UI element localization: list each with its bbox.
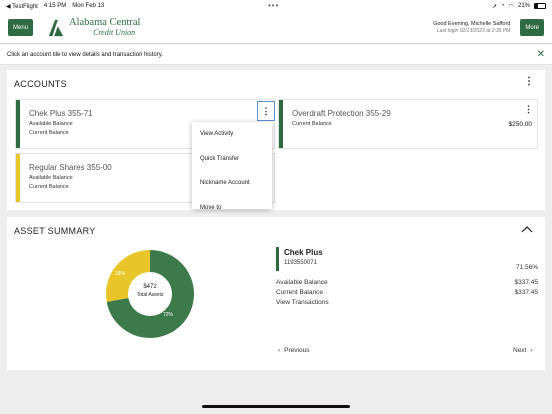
detail-label: Current Balance <box>276 289 323 296</box>
asset-donut-chart: $472 Total Assets 28% 72% <box>106 250 194 338</box>
next-button[interactable]: Next › <box>513 347 533 354</box>
detail-color-bar <box>276 247 279 271</box>
detail-value: $337.45 <box>514 289 539 296</box>
tile-more-icon[interactable]: ⋮ <box>524 104 533 115</box>
tile-label: Current Balance <box>29 130 69 136</box>
slice-label-yellow: 28% <box>115 271 126 277</box>
logo: Alabama Central Credit Union <box>47 16 141 38</box>
chevron-up-icon[interactable] <box>521 225 533 233</box>
menu-item-view-activity[interactable]: View Activity <box>192 122 272 147</box>
previous-label: Previous <box>284 347 310 354</box>
tile-color-bar <box>16 100 20 148</box>
close-icon[interactable]: ✕ <box>537 49 545 60</box>
menu-item-nickname-account[interactable]: Nickname Account <box>192 171 272 196</box>
tile-more-icon[interactable]: ⋮ <box>257 101 275 121</box>
tile-label: Current Balance <box>292 121 332 127</box>
accounts-more-icon[interactable]: ⋮ <box>524 77 534 87</box>
detail-row-current: Current Balance $337.45 <box>276 289 538 296</box>
wifi-icon: ◠ <box>508 3 514 10</box>
slice-label-green: 72% <box>163 312 174 318</box>
logo-subtitle: Credit Union <box>93 28 136 38</box>
logo-name: Alabama Central <box>69 16 141 28</box>
view-transactions-link[interactable]: View Transactions <box>276 299 538 306</box>
chevron-right-icon: › <box>530 347 533 354</box>
previous-button[interactable]: ‹ Previous <box>278 347 309 354</box>
detail-percent: 71.56% <box>515 264 538 271</box>
detail-row-available: Available Balance $337.45 <box>276 279 538 286</box>
detail-label: Available Balance <box>276 279 328 286</box>
accounts-section: ACCOUNTS ⋮ Chek Plus 355-71 Available Ba… <box>7 70 545 210</box>
tile-name: Chek Plus 355-71 <box>29 109 93 118</box>
logo-mark-icon <box>48 19 64 36</box>
account-action-menu: View Activity Quick Transfer Nickname Ac… <box>192 122 272 209</box>
tile-label: Available Balance <box>29 121 73 127</box>
total-assets-value: $472 <box>143 284 157 290</box>
battery-percent: 21% <box>517 3 530 9</box>
chevron-left-icon: ‹ <box>278 347 281 354</box>
menu-item-move-to[interactable]: Move to <box>192 196 272 209</box>
tile-name: Regular Shares 355-00 <box>29 163 112 172</box>
info-banner: Click an account tile to view details an… <box>0 45 552 65</box>
greeting: Good Evening, Michelle Safford Last logi… <box>433 21 510 35</box>
total-assets-label: Total Assets <box>136 291 164 298</box>
view-transactions-label[interactable]: View Transactions <box>276 299 329 306</box>
tile-name: Overdraft Protection 355-29 <box>292 109 391 118</box>
back-to-testflight[interactable]: ◀ TestFlight <box>6 3 38 10</box>
home-indicator[interactable] <box>202 405 350 408</box>
tile-label: Current Balance <box>29 184 69 190</box>
menu-button[interactable]: Menu <box>8 19 34 36</box>
detail-value: $337.45 <box>514 279 539 286</box>
status-date: Mon Feb 13 <box>72 2 105 9</box>
detail-account-number: 1193550071 <box>284 260 317 266</box>
tile-color-bar <box>279 100 283 148</box>
location-icon: ➚ <box>492 3 498 10</box>
battery-icon <box>534 3 546 9</box>
more-button[interactable]: More <box>520 19 544 36</box>
asset-summary-title: ASSET SUMMARY <box>14 226 96 236</box>
asset-summary-section: ASSET SUMMARY $472 Total Assets 28% 72% … <box>7 217 545 370</box>
multitask-dots[interactable]: ••• <box>268 1 279 10</box>
info-text: Click an account tile to view details an… <box>7 51 163 58</box>
account-tile-overdraft[interactable]: Overdraft Protection 355-29 Current Bala… <box>278 99 538 149</box>
alarm-icon: ◔ <box>501 3 505 9</box>
menu-item-quick-transfer[interactable]: Quick Transfer <box>192 147 272 172</box>
next-label: Next <box>513 347 527 354</box>
detail-account-name: Chek Plus <box>284 248 323 257</box>
status-time: 4:15 PM <box>43 2 67 9</box>
accounts-title: ACCOUNTS <box>14 79 67 89</box>
app-header: Menu Alabama Central Credit Union Good E… <box>0 12 552 44</box>
donut-center: $472 Total Assets <box>106 284 194 298</box>
tile-balance: $250.00 <box>508 121 533 128</box>
last-login: Last login 02/13/2023 at 2:35 PM <box>436 27 511 34</box>
tile-color-bar <box>16 154 20 202</box>
status-bar: ◀ TestFlight 4:15 PM Mon Feb 13 ••• ➚ ◔ … <box>0 0 552 12</box>
tile-label: Available Balance <box>29 175 73 181</box>
greeting-text: Good Evening, Michelle Safford <box>433 20 511 27</box>
